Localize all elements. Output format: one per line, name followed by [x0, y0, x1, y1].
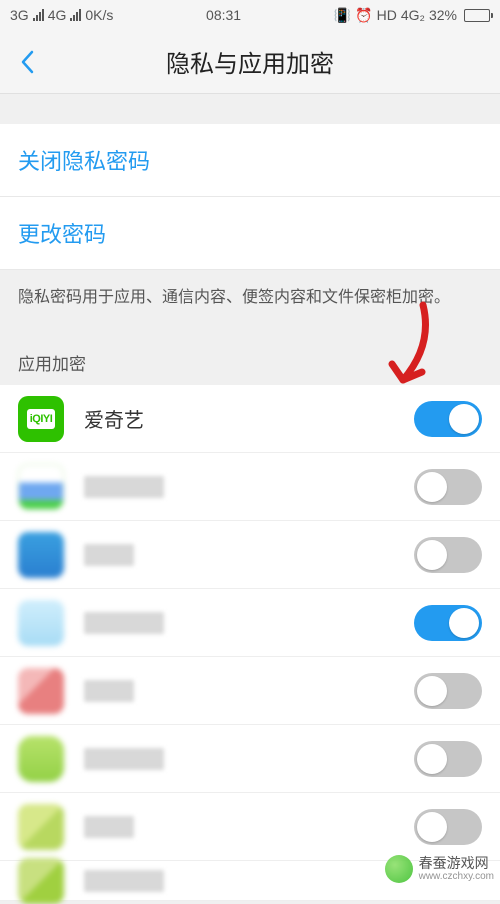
app-row [0, 793, 500, 861]
status-bar: 3G 4G 0K/s 08:31 📳 ⏰ HD 4G₂ 32% [0, 0, 500, 30]
battery-icon [464, 9, 490, 22]
app-name-label: 爱奇艺 [84, 404, 414, 433]
app-icon [18, 668, 64, 714]
app-name-label [84, 680, 414, 702]
privacy-description: 隐私密码用于应用、通信内容、便签内容和文件保密柜加密。 [0, 270, 500, 326]
page-title: 隐私与应用加密 [0, 44, 500, 79]
app-row [0, 521, 500, 589]
app-encryption-list: iQIYI 爱奇艺 [0, 385, 500, 901]
watermark-line2: www.czchxy.com [419, 871, 494, 882]
toggle-knob [417, 812, 447, 842]
app-row [0, 725, 500, 793]
app-icon: iQIYI [18, 396, 64, 442]
app-encryption-toggle[interactable] [414, 469, 482, 505]
app-icon [18, 804, 64, 850]
hd-label: HD [377, 7, 397, 23]
spacer [0, 94, 500, 124]
app-encryption-toggle[interactable] [414, 673, 482, 709]
net-speed: 0K/s [85, 7, 113, 23]
signal-bars-icon [33, 9, 44, 21]
page-header: 隐私与应用加密 [0, 30, 500, 94]
app-name-label [84, 748, 414, 770]
disable-privacy-password-link[interactable]: 关闭隐私密码 [0, 124, 500, 197]
clock: 08:31 [206, 7, 241, 23]
watermark-text: 春蚕游戏网 www.czchxy.com [419, 856, 494, 882]
status-left: 3G 4G 0K/s [10, 7, 113, 23]
app-icon [18, 858, 64, 904]
change-password-link[interactable]: 更改密码 [0, 197, 500, 270]
app-row [0, 453, 500, 521]
vibrate-icon: 📳 [334, 7, 351, 24]
app-row [0, 657, 500, 725]
app-icon [18, 736, 64, 782]
watermark: 春蚕游戏网 www.czchxy.com [385, 855, 494, 883]
app-encryption-toggle[interactable] [414, 537, 482, 573]
app-name-label [84, 816, 414, 838]
app-encryption-toggle[interactable] [414, 741, 482, 777]
app-encryption-toggle[interactable] [414, 401, 482, 437]
toggle-knob [449, 404, 479, 434]
toggle-knob [417, 540, 447, 570]
back-button[interactable] [12, 42, 42, 82]
app-row: iQIYI 爱奇艺 [0, 385, 500, 453]
chevron-left-icon [20, 50, 34, 74]
app-encryption-toggle[interactable] [414, 809, 482, 845]
battery-pct: 32% [429, 7, 457, 23]
app-name-label [84, 544, 414, 566]
app-name-label [84, 476, 414, 498]
toggle-knob [417, 472, 447, 502]
watermark-line1: 春蚕游戏网 [419, 856, 494, 871]
watermark-logo-icon [385, 855, 413, 883]
toggle-knob [449, 608, 479, 638]
app-encryption-toggle[interactable] [414, 605, 482, 641]
status-right: 📳 ⏰ HD 4G₂ 32% [334, 7, 490, 24]
app-row [0, 589, 500, 657]
app-name-label [84, 612, 414, 634]
net-mode: 4G₂ [401, 7, 425, 23]
network-3g-label: 3G [10, 7, 29, 23]
app-encryption-section-label: 应用加密 [0, 326, 500, 385]
toggle-knob [417, 676, 447, 706]
alarm-icon: ⏰ [355, 7, 372, 24]
network-4g-label: 4G [48, 7, 67, 23]
app-icon [18, 600, 64, 646]
app-icon [18, 532, 64, 578]
app-icon [18, 464, 64, 510]
signal-bars-icon [70, 9, 81, 21]
toggle-knob [417, 744, 447, 774]
